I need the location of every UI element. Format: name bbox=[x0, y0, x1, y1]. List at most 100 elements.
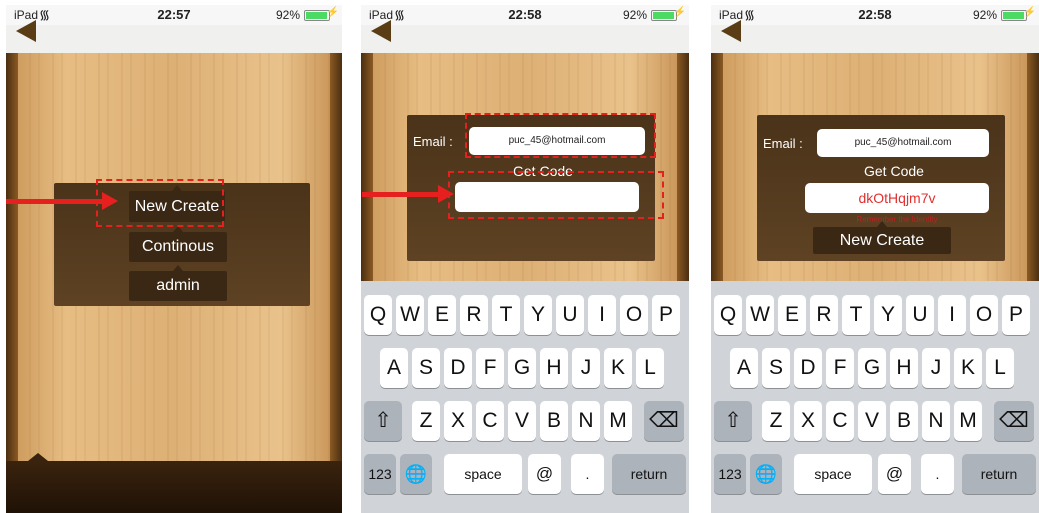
key-b[interactable]: B bbox=[540, 401, 568, 441]
at-key[interactable]: @ bbox=[878, 454, 911, 494]
key-t[interactable]: T bbox=[492, 295, 520, 335]
key-i[interactable]: I bbox=[938, 295, 966, 335]
key-k[interactable]: K bbox=[604, 348, 632, 388]
key-l[interactable]: L bbox=[636, 348, 664, 388]
code-field[interactable]: dkOtHqjm7v bbox=[805, 183, 989, 213]
key-p[interactable]: P bbox=[1002, 295, 1030, 335]
nav-bar bbox=[6, 20, 342, 53]
key-f[interactable]: F bbox=[826, 348, 854, 388]
keyboard: Q W E R T Y U I O P A S D F G H J K L ⇧ … bbox=[711, 281, 1039, 513]
key-h[interactable]: H bbox=[540, 348, 568, 388]
key-s[interactable]: S bbox=[762, 348, 790, 388]
key-a[interactable]: A bbox=[730, 348, 758, 388]
delete-key[interactable]: ⌫ bbox=[994, 401, 1034, 441]
return-key[interactable]: return bbox=[962, 454, 1036, 494]
key-r[interactable]: R bbox=[810, 295, 838, 335]
key-m[interactable]: M bbox=[954, 401, 982, 441]
key-d[interactable]: D bbox=[444, 348, 472, 388]
key-n[interactable]: N bbox=[922, 401, 950, 441]
numbers-key[interactable]: 123 bbox=[714, 454, 746, 494]
key-u[interactable]: U bbox=[906, 295, 934, 335]
wood-background: New Create Continous admin bbox=[6, 53, 342, 513]
dot-key[interactable]: . bbox=[921, 454, 954, 494]
continous-button[interactable]: Continous bbox=[129, 226, 227, 262]
pointer-arrow bbox=[6, 192, 118, 210]
numbers-key[interactable]: 123 bbox=[364, 454, 396, 494]
pointer-arrow bbox=[362, 185, 454, 203]
key-x[interactable]: X bbox=[444, 401, 472, 441]
key-z[interactable]: Z bbox=[412, 401, 440, 441]
key-y[interactable]: Y bbox=[524, 295, 552, 335]
key-z[interactable]: Z bbox=[762, 401, 790, 441]
shift-key[interactable]: ⇧ bbox=[714, 401, 752, 441]
charging-icon: ⚡ bbox=[326, 7, 339, 18]
keyboard: Q W E R T Y U I O P A S D F G H J K L ⇧ … bbox=[361, 281, 689, 513]
back-arrow-icon[interactable] bbox=[371, 20, 391, 42]
key-d[interactable]: D bbox=[794, 348, 822, 388]
delete-key[interactable]: ⌫ bbox=[644, 401, 684, 441]
battery-percent: 92% bbox=[622, 8, 647, 22]
charging-icon: ⚡ bbox=[673, 7, 686, 18]
key-w[interactable]: W bbox=[396, 295, 424, 335]
key-h[interactable]: H bbox=[890, 348, 918, 388]
key-e[interactable]: E bbox=[428, 295, 456, 335]
new-create-button[interactable]: New Create bbox=[813, 221, 951, 254]
key-m[interactable]: M bbox=[604, 401, 632, 441]
battery-percent: 92% bbox=[972, 8, 997, 22]
key-i[interactable]: I bbox=[588, 295, 616, 335]
key-e[interactable]: E bbox=[778, 295, 806, 335]
key-o[interactable]: O bbox=[970, 295, 998, 335]
admin-button[interactable]: admin bbox=[129, 265, 227, 301]
charging-icon: ⚡ bbox=[1023, 7, 1036, 18]
globe-icon[interactable]: 🌐 bbox=[750, 454, 782, 494]
key-c[interactable]: C bbox=[476, 401, 504, 441]
key-q[interactable]: Q bbox=[364, 295, 392, 335]
key-g[interactable]: G bbox=[858, 348, 886, 388]
key-a[interactable]: A bbox=[380, 348, 408, 388]
back-arrow-icon[interactable] bbox=[16, 20, 36, 42]
shift-key[interactable]: ⇧ bbox=[364, 401, 402, 441]
key-c[interactable]: C bbox=[826, 401, 854, 441]
dot-key[interactable]: . bbox=[571, 454, 604, 494]
status-bar: iPad ᯾ 22:58 92% ⚡ bbox=[361, 5, 689, 25]
screen-menu: iPad ᯾ 22:57 92% ⚡ New Create Continous … bbox=[6, 5, 342, 513]
highlight-box bbox=[448, 171, 664, 219]
key-x[interactable]: X bbox=[794, 401, 822, 441]
key-v[interactable]: V bbox=[858, 401, 886, 441]
space-key[interactable]: space bbox=[444, 454, 522, 494]
key-g[interactable]: G bbox=[508, 348, 536, 388]
key-j[interactable]: J bbox=[922, 348, 950, 388]
space-key[interactable]: space bbox=[794, 454, 872, 494]
status-bar: iPad ᯾ 22:58 92% ⚡ bbox=[711, 5, 1039, 25]
key-t[interactable]: T bbox=[842, 295, 870, 335]
key-p[interactable]: P bbox=[652, 295, 680, 335]
highlight-box bbox=[465, 113, 656, 158]
at-key[interactable]: @ bbox=[528, 454, 561, 494]
key-j[interactable]: J bbox=[572, 348, 600, 388]
key-l[interactable]: L bbox=[986, 348, 1014, 388]
globe-icon[interactable]: 🌐 bbox=[400, 454, 432, 494]
key-k[interactable]: K bbox=[954, 348, 982, 388]
battery-percent: 92% bbox=[275, 8, 300, 22]
hint-text: Remember the Identity bbox=[856, 215, 938, 224]
key-f[interactable]: F bbox=[476, 348, 504, 388]
key-o[interactable]: O bbox=[620, 295, 648, 335]
screen-email-entry: iPad ᯾ 22:58 92% ⚡ Email : puc_45@hotmai… bbox=[361, 5, 689, 513]
key-b[interactable]: B bbox=[890, 401, 918, 441]
key-n[interactable]: N bbox=[572, 401, 600, 441]
nav-bar bbox=[711, 20, 1039, 53]
key-u[interactable]: U bbox=[556, 295, 584, 335]
screen-code-received: iPad ᯾ 22:58 92% ⚡ Email : puc_45@hotmai… bbox=[711, 5, 1039, 513]
email-field[interactable]: puc_45@hotmail.com bbox=[817, 129, 989, 157]
key-w[interactable]: W bbox=[746, 295, 774, 335]
email-label: Email : bbox=[763, 136, 803, 151]
key-r[interactable]: R bbox=[460, 295, 488, 335]
get-code-label[interactable]: Get Code bbox=[864, 163, 924, 179]
key-y[interactable]: Y bbox=[874, 295, 902, 335]
back-arrow-icon[interactable] bbox=[721, 20, 741, 42]
key-s[interactable]: S bbox=[412, 348, 440, 388]
key-q[interactable]: Q bbox=[714, 295, 742, 335]
return-key[interactable]: return bbox=[612, 454, 686, 494]
key-v[interactable]: V bbox=[508, 401, 536, 441]
email-label: Email : bbox=[413, 134, 453, 149]
